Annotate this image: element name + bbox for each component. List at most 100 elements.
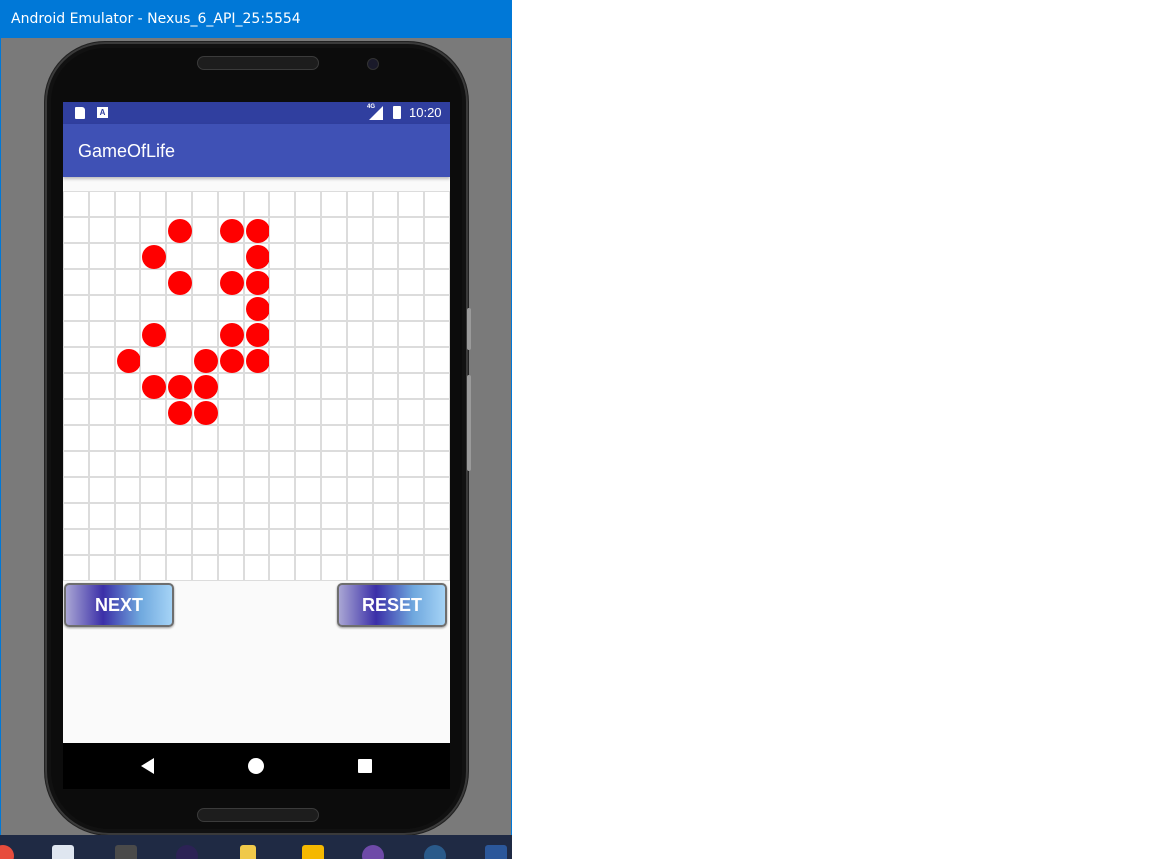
grid-cell-alive[interactable] xyxy=(191,373,218,399)
grid-cell[interactable] xyxy=(114,295,141,321)
grid-cell[interactable] xyxy=(114,451,141,477)
grid-cell[interactable] xyxy=(320,555,347,581)
grid-cell[interactable] xyxy=(295,347,321,373)
grid-cell[interactable] xyxy=(217,425,244,451)
grid-cell[interactable] xyxy=(243,191,270,217)
grid-cell[interactable] xyxy=(191,269,218,295)
grid-cell[interactable] xyxy=(140,529,167,555)
grid-cell[interactable] xyxy=(114,217,141,243)
grid-cell-alive[interactable] xyxy=(166,217,192,243)
grid-cell[interactable] xyxy=(88,555,115,581)
grid-cell-alive[interactable] xyxy=(166,269,192,295)
grid-cell[interactable] xyxy=(269,425,296,451)
chrome-icon[interactable] xyxy=(0,845,14,859)
grid-cell[interactable] xyxy=(166,295,192,321)
grid-cell-alive[interactable] xyxy=(217,269,244,295)
grid-cell[interactable] xyxy=(114,191,141,217)
grid-cell[interactable] xyxy=(63,321,89,347)
file-explorer-icon[interactable] xyxy=(240,845,256,859)
grid-cell-alive[interactable] xyxy=(166,373,192,399)
grid-cell[interactable] xyxy=(140,555,167,581)
grid-cell[interactable] xyxy=(140,295,167,321)
grid-cell[interactable] xyxy=(269,373,296,399)
grid-cell[interactable] xyxy=(346,347,373,373)
grid-cell[interactable] xyxy=(166,451,192,477)
grid-cell[interactable] xyxy=(320,269,347,295)
grid-cell[interactable] xyxy=(372,217,399,243)
github-icon[interactable] xyxy=(362,845,384,859)
grid-cell[interactable] xyxy=(114,529,141,555)
grid-cell[interactable] xyxy=(346,191,373,217)
grid-cell[interactable] xyxy=(217,295,244,321)
grid-cell-alive[interactable] xyxy=(166,399,192,425)
grid-cell-alive[interactable] xyxy=(191,347,218,373)
grid-cell[interactable] xyxy=(88,477,115,503)
grid-cell[interactable] xyxy=(88,269,115,295)
grid-cell[interactable] xyxy=(269,243,296,269)
grid-cell[interactable] xyxy=(372,295,399,321)
grid-cell[interactable] xyxy=(269,503,296,529)
grid-cell[interactable] xyxy=(320,217,347,243)
grid-cell[interactable] xyxy=(191,451,218,477)
grid-cell[interactable] xyxy=(269,477,296,503)
grid-cell[interactable] xyxy=(63,191,89,217)
grid-cell[interactable] xyxy=(424,269,450,295)
grid-cell[interactable] xyxy=(217,191,244,217)
grid-cell[interactable] xyxy=(140,425,167,451)
grid-cell[interactable] xyxy=(346,477,373,503)
grid-cell[interactable] xyxy=(88,243,115,269)
grid-cell-alive[interactable] xyxy=(140,321,167,347)
grid-cell[interactable] xyxy=(114,399,141,425)
grid-cell[interactable] xyxy=(320,191,347,217)
grid-cell-alive[interactable] xyxy=(114,347,141,373)
grid-cell[interactable] xyxy=(398,425,425,451)
settings-icon[interactable] xyxy=(424,845,446,859)
grid-cell[interactable] xyxy=(191,191,218,217)
grid-cell[interactable] xyxy=(140,399,167,425)
grid-cell[interactable] xyxy=(398,321,425,347)
grid-cell[interactable] xyxy=(191,321,218,347)
grid-cell[interactable] xyxy=(346,503,373,529)
grid-cell[interactable] xyxy=(114,555,141,581)
grid-cell[interactable] xyxy=(320,295,347,321)
grid-cell[interactable] xyxy=(243,477,270,503)
grid-cell[interactable] xyxy=(398,243,425,269)
grid-cell[interactable] xyxy=(398,529,425,555)
grid-cell[interactable] xyxy=(191,217,218,243)
grid-cell[interactable] xyxy=(63,217,89,243)
grid-cell[interactable] xyxy=(63,451,89,477)
grid-cell[interactable] xyxy=(295,217,321,243)
grid-cell[interactable] xyxy=(88,529,115,555)
grid-cell[interactable] xyxy=(217,243,244,269)
grid-cell[interactable] xyxy=(269,451,296,477)
grid-cell[interactable] xyxy=(63,425,89,451)
grid-cell[interactable] xyxy=(140,477,167,503)
grid-cell[interactable] xyxy=(346,295,373,321)
grid-cell[interactable] xyxy=(398,477,425,503)
grid-cell[interactable] xyxy=(217,373,244,399)
grid-cell[interactable] xyxy=(191,425,218,451)
grid-cell[interactable] xyxy=(88,191,115,217)
grid-cell[interactable] xyxy=(320,243,347,269)
volume-button[interactable] xyxy=(467,308,471,350)
grid-cell[interactable] xyxy=(424,425,450,451)
grid-cell[interactable] xyxy=(372,503,399,529)
grid-cell-alive[interactable] xyxy=(243,321,270,347)
grid-cell[interactable] xyxy=(346,529,373,555)
grid-cell[interactable] xyxy=(243,529,270,555)
grid-cell[interactable] xyxy=(295,373,321,399)
grid-cell[interactable] xyxy=(424,477,450,503)
sublime-icon[interactable] xyxy=(115,845,137,859)
grid-cell[interactable] xyxy=(88,347,115,373)
grid-cell[interactable] xyxy=(346,373,373,399)
grid-cell[interactable] xyxy=(140,191,167,217)
grid-cell[interactable] xyxy=(243,503,270,529)
grid-cell[interactable] xyxy=(346,217,373,243)
grid-cell[interactable] xyxy=(63,555,89,581)
grid-cell[interactable] xyxy=(424,399,450,425)
grid-cell[interactable] xyxy=(114,373,141,399)
grid-cell[interactable] xyxy=(269,191,296,217)
grid-cell[interactable] xyxy=(269,295,296,321)
grid-cell[interactable] xyxy=(372,191,399,217)
grid-cell[interactable] xyxy=(398,217,425,243)
